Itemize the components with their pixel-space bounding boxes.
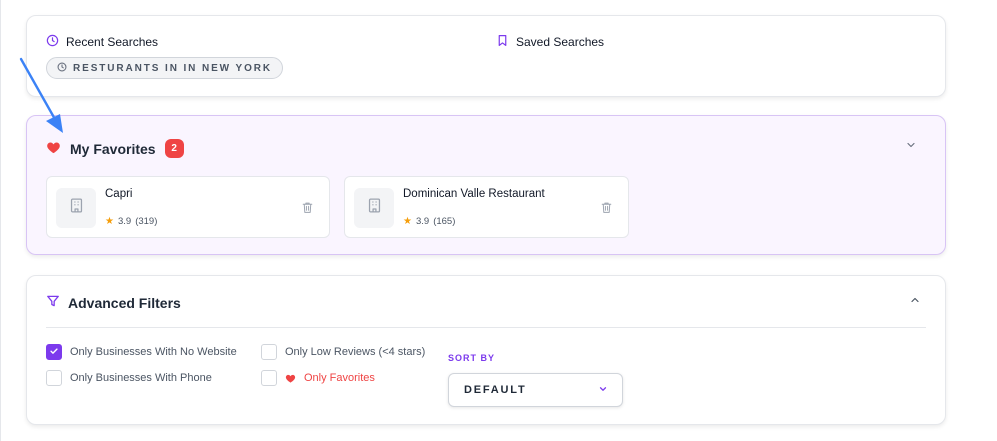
favorite-rating: ★ 3.9 (319)	[105, 216, 157, 227]
star-icon: ★	[105, 216, 114, 227]
rating-value: 3.9	[415, 216, 430, 227]
review-count: (165)	[433, 216, 456, 227]
rating-value: 3.9	[117, 216, 132, 227]
recent-searches-label: Recent Searches	[66, 35, 159, 49]
favorites-count-badge: 2	[164, 139, 184, 158]
chevron-up-icon	[909, 293, 921, 311]
only-favorites-label: Only Favorites	[304, 372, 375, 384]
with-phone-label: Only Businesses With Phone	[70, 372, 212, 384]
favorites-header[interactable]: My Favorites 2	[46, 139, 184, 158]
saved-searches-label: Saved Searches	[516, 35, 605, 49]
sort-by-select[interactable]: DEFAULT	[448, 373, 623, 407]
trash-icon	[600, 201, 613, 218]
favorites-card: My Favorites 2 Capri ★ 3.9 (319) Dominic…	[26, 115, 946, 255]
filter-low-reviews[interactable]: Only Low Reviews (<4 stars)	[261, 344, 425, 360]
page-edge	[0, 0, 1, 441]
checkmark-icon	[49, 346, 59, 359]
business-thumbnail	[56, 188, 96, 228]
clock-icon	[46, 34, 59, 50]
funnel-icon	[46, 294, 60, 311]
recent-search-chip[interactable]: RESTURANTS IN IN NEW YORK	[46, 57, 283, 79]
building-icon	[366, 197, 383, 219]
favorite-rating: ★ 3.9 (165)	[403, 216, 455, 227]
low-reviews-label: Only Low Reviews (<4 stars)	[285, 346, 426, 358]
favorite-name: Dominican Valle Restaurant	[403, 188, 545, 200]
favorites-collapse-button[interactable]	[903, 139, 919, 155]
recent-searches-header[interactable]: Recent Searches	[46, 34, 158, 50]
building-icon	[68, 197, 85, 219]
searches-card: Recent Searches Saved Searches RESTURANT…	[26, 15, 946, 97]
advanced-filters-header[interactable]: Advanced Filters	[46, 294, 181, 311]
saved-searches-header[interactable]: Saved Searches	[496, 34, 604, 50]
advanced-filters-toggle-button[interactable]	[907, 294, 923, 310]
heart-icon	[46, 140, 61, 158]
delete-favorite-button[interactable]	[301, 201, 315, 215]
advanced-filters-card: Advanced Filters Only Businesses With No…	[26, 275, 946, 425]
favorite-item[interactable]: Dominican Valle Restaurant ★ 3.9 (165)	[344, 176, 629, 238]
only-favorites-checkbox[interactable]	[261, 370, 277, 386]
business-thumbnail	[354, 188, 394, 228]
filter-no-website[interactable]: Only Businesses With No Website	[46, 344, 237, 360]
no-website-checkbox[interactable]	[46, 344, 62, 360]
with-phone-checkbox[interactable]	[46, 370, 62, 386]
filter-with-phone[interactable]: Only Businesses With Phone	[46, 370, 212, 386]
favorite-name: Capri	[105, 188, 133, 200]
trash-icon	[301, 201, 314, 218]
review-count: (319)	[135, 216, 158, 227]
filter-only-favorites[interactable]: Only Favorites	[261, 370, 375, 386]
no-website-label: Only Businesses With No Website	[70, 346, 237, 358]
recent-search-chip-label: RESTURANTS IN IN NEW YORK	[73, 62, 272, 74]
chevron-down-icon	[598, 384, 608, 397]
star-icon: ★	[403, 216, 412, 227]
sort-by-label: SORT BY	[448, 353, 496, 363]
low-reviews-checkbox[interactable]	[261, 344, 277, 360]
sort-by-value: DEFAULT	[464, 384, 527, 396]
chevron-down-icon	[905, 138, 917, 156]
filters-divider	[46, 327, 926, 328]
favorites-title: My Favorites	[70, 140, 156, 157]
delete-favorite-button[interactable]	[600, 201, 614, 215]
favorite-item[interactable]: Capri ★ 3.9 (319)	[46, 176, 330, 238]
clock-icon	[57, 62, 67, 75]
heart-icon	[285, 373, 296, 384]
advanced-filters-title: Advanced Filters	[68, 294, 181, 311]
bookmark-icon	[496, 34, 509, 50]
